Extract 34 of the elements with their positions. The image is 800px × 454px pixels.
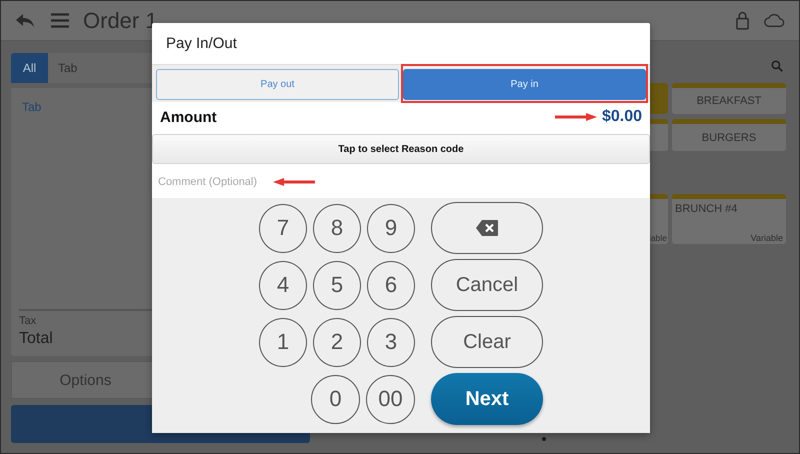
tile-label: BURGERS — [702, 132, 756, 144]
tile-label: BREAKFAST — [696, 95, 762, 107]
digit-key[interactable]: 00 — [366, 374, 415, 424]
digit-key[interactable]: 6 — [367, 260, 415, 310]
price-note: Variable — [750, 233, 783, 243]
action-key[interactable]: Clear — [431, 316, 543, 368]
dialog-title: Pay In/Out — [165, 34, 238, 54]
digit-key[interactable]: 1 — [259, 318, 307, 366]
digit-key[interactable]: 3 — [367, 318, 415, 366]
mode-toggle[interactable]: Pay out — [156, 69, 399, 100]
page-dot[interactable] — [542, 437, 546, 441]
digit-key[interactable]: 9 — [367, 204, 415, 252]
lock-icon[interactable] — [736, 11, 749, 30]
amount-label: Amount — [160, 108, 217, 126]
tax-label: Tax — [19, 315, 36, 327]
tile-label: BRUNCH #4 — [675, 203, 738, 215]
digit-key[interactable]: 7 — [259, 204, 307, 252]
digit-key[interactable]: 0 — [311, 374, 360, 424]
cloud-icon[interactable] — [763, 13, 785, 28]
comment-field[interactable]: Comment (Optional) — [152, 166, 650, 198]
backspace-button[interactable] — [431, 202, 543, 254]
digit-key[interactable]: 5 — [313, 260, 361, 310]
digit-key[interactable]: 2 — [313, 318, 361, 366]
menu-icon[interactable] — [51, 13, 69, 28]
reason-code-button[interactable]: Tap to select Reason code — [152, 134, 650, 164]
action-key[interactable]: Cancel — [431, 259, 543, 311]
next-button[interactable]: Next — [431, 373, 543, 425]
digit-key[interactable]: 8 — [313, 204, 361, 252]
backspace-icon — [476, 220, 498, 236]
search-icon[interactable] — [771, 60, 783, 72]
total-label: Total — [19, 330, 53, 348]
digit-key[interactable]: 4 — [259, 260, 307, 310]
amount-value: $0.00 — [602, 108, 642, 126]
order-tab[interactable]: All — [11, 53, 48, 83]
